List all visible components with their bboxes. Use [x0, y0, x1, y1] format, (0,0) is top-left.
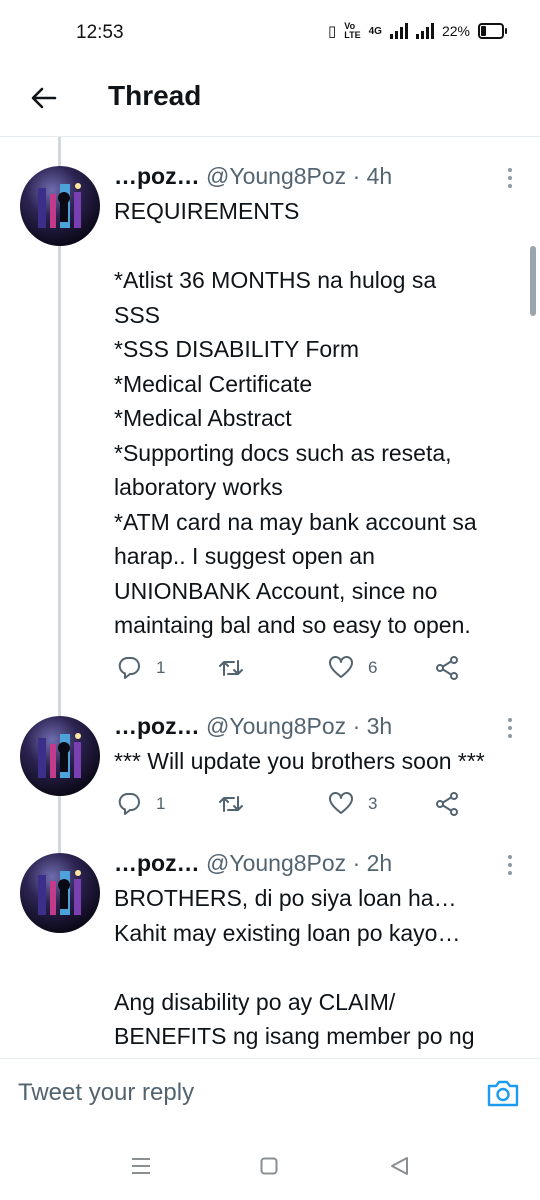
volte-bottom-label: LTE: [344, 30, 361, 40]
status-icons: ▯ Vo LTE 4G 22%: [328, 22, 507, 40]
more-options-icon[interactable]: [504, 166, 516, 190]
tweet-header: …poz… @Young8Poz · 3h: [114, 713, 392, 740]
tweet-line: SSS: [114, 301, 161, 328]
vibrate-icon: ▯: [328, 23, 337, 40]
share-icon: [436, 656, 458, 680]
avatar-image: [38, 733, 81, 778]
tweet-line: UNIONBANK Account, since no: [114, 577, 438, 604]
network-type-label: 4G: [368, 25, 382, 37]
tweet-line: maintaing bal and so easy to open.: [114, 612, 471, 638]
tweet-line: *Medical Certificate: [114, 370, 313, 397]
signal-icon: [389, 23, 408, 39]
tweet-header: …poz… @Young8Poz · 4h: [114, 163, 392, 190]
tweet-line: BROTHERS, di po siya loan ha…: [114, 885, 457, 911]
scrollbar-thumb[interactable]: [530, 246, 536, 316]
tweet-line: [114, 229, 524, 264]
tweet-actions: 1 6: [116, 655, 516, 685]
tweet-line: *SSS DISABILITY Form: [114, 336, 359, 362]
avatar[interactable]: [20, 853, 100, 933]
tweet-line: harap.. I suggest open an: [114, 543, 375, 569]
tweet-line: *** Will update you brothers soon ***: [114, 748, 485, 774]
display-name[interactable]: …poz…: [114, 163, 200, 189]
reply-icon: [118, 793, 140, 815]
recent-apps-icon[interactable]: [130, 1157, 152, 1175]
share-icon: [436, 792, 458, 816]
battery-icon: [478, 23, 507, 39]
battery-percent: 22%: [441, 23, 470, 39]
separator-dot: ·: [352, 850, 361, 876]
heart-icon: [329, 656, 353, 678]
user-handle[interactable]: @Young8Poz: [206, 713, 346, 739]
tweet-line: *ATM card na may bank account sa: [114, 508, 477, 535]
tweet-timestamp[interactable]: 3h: [367, 713, 393, 739]
back-triangle-icon[interactable]: [388, 1155, 410, 1177]
display-name[interactable]: …poz…: [114, 713, 200, 739]
tweet-line: BENEFITS ng isang member po ng: [114, 1023, 475, 1049]
home-icon[interactable]: [260, 1157, 278, 1175]
retweet-button[interactable]: [218, 791, 258, 817]
heart-icon: [329, 792, 353, 814]
reply-input[interactable]: [18, 1075, 458, 1111]
user-handle[interactable]: @Young8Poz: [206, 163, 346, 189]
tweet-actions: 1 3: [116, 791, 516, 821]
status-bar: 12:53 ▯ Vo LTE 4G 22%: [0, 0, 540, 66]
reply-composer: [0, 1058, 540, 1128]
retweet-icon: [219, 660, 243, 676]
retweet-icon: [219, 796, 243, 812]
system-navigation-bar: [0, 1127, 540, 1200]
retweet-button[interactable]: [218, 655, 258, 681]
avatar-image: [38, 870, 81, 915]
like-count: 3: [368, 794, 378, 813]
separator-dot: ·: [352, 713, 361, 739]
tweet-header: …poz… @Young8Poz · 2h: [114, 850, 392, 877]
tweet-line: *Supporting docs such as reseta,: [114, 439, 452, 466]
like-button[interactable]: 6: [328, 655, 377, 681]
tweet-line: [114, 950, 524, 985]
status-time: 12:53: [76, 22, 124, 43]
share-button[interactable]: [434, 791, 460, 817]
reply-icon: [118, 657, 140, 679]
volte-indicator: Vo LTE: [344, 22, 360, 40]
top-app-bar: Thread: [0, 66, 540, 137]
display-name[interactable]: …poz…: [114, 850, 200, 876]
tweet-text: BROTHERS, di po siya loan ha… Kahit may …: [114, 881, 524, 1054]
more-options-icon[interactable]: [504, 853, 516, 877]
tweet-text: *** Will update you brothers soon ***: [114, 744, 524, 779]
reply-button[interactable]: 1: [116, 655, 165, 681]
camera-icon[interactable]: [486, 1077, 520, 1109]
tweet-line: REQUIREMENTS: [114, 198, 300, 224]
arrow-left-icon[interactable]: [28, 82, 60, 114]
page-title: Thread: [108, 80, 202, 111]
tweet-text: REQUIREMENTS *Atlist 36 MONTHS na hulog …: [114, 194, 524, 643]
separator-dot: ·: [352, 163, 361, 189]
reply-count: 1: [156, 794, 166, 813]
like-button[interactable]: 3: [328, 791, 377, 817]
share-button[interactable]: [434, 655, 460, 681]
signal-icon-2: [415, 23, 434, 39]
tweet-line: Ang disability po ay CLAIM/: [114, 988, 396, 1015]
avatar[interactable]: [20, 716, 100, 796]
like-count: 6: [368, 658, 378, 677]
tweet-line: *Atlist 36 MONTHS na hulog sa: [114, 267, 437, 293]
reply-count: 1: [156, 658, 166, 677]
tweet-line: laboratory works: [114, 474, 283, 500]
avatar-image: [38, 183, 81, 228]
tweet-line: Kahit may existing loan po kayo…: [114, 919, 461, 946]
user-handle[interactable]: @Young8Poz: [206, 850, 346, 876]
reply-button[interactable]: 1: [116, 791, 165, 817]
avatar[interactable]: [20, 166, 100, 246]
tweet-timestamp[interactable]: 4h: [367, 163, 393, 189]
more-options-icon[interactable]: [504, 716, 516, 740]
tweet-line: *Medical Abstract: [114, 405, 292, 431]
tweet-timestamp[interactable]: 2h: [367, 850, 393, 876]
